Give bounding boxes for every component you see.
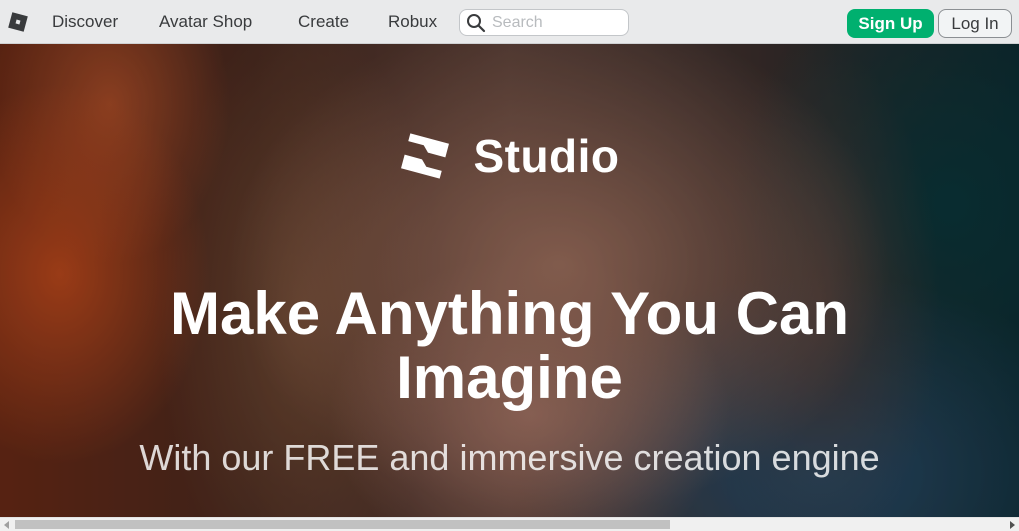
hero-headline: Make Anything You Can Imagine bbox=[170, 280, 849, 411]
roblox-logo-icon[interactable] bbox=[8, 12, 28, 32]
horizontal-scrollbar[interactable] bbox=[0, 517, 1019, 531]
scrollbar-thumb[interactable] bbox=[15, 520, 670, 529]
studio-brand: Studio bbox=[0, 126, 1019, 186]
studio-logo-icon bbox=[401, 133, 450, 179]
top-navigation-bar: Discover Avatar Shop Create Robux Sign U… bbox=[0, 0, 1019, 44]
hero-subheadline: With our FREE and immersive creation eng… bbox=[139, 437, 880, 478]
search-box[interactable] bbox=[459, 9, 629, 36]
scroll-left-icon[interactable] bbox=[0, 518, 14, 531]
hero-banner: Studio Make Anything You Can Imagine Wit… bbox=[0, 44, 1019, 517]
roblox-create-page: Discover Avatar Shop Create Robux Sign U… bbox=[0, 0, 1019, 531]
search-input[interactable] bbox=[492, 12, 622, 33]
search-icon[interactable] bbox=[466, 13, 486, 33]
nav-link-create[interactable]: Create bbox=[298, 0, 349, 44]
studio-label: Studio bbox=[473, 130, 620, 182]
nav-link-discover[interactable]: Discover bbox=[52, 0, 118, 44]
nav-link-avatar-shop[interactable]: Avatar Shop bbox=[159, 0, 252, 44]
nav-link-robux[interactable]: Robux bbox=[388, 0, 437, 44]
scroll-right-icon[interactable] bbox=[1005, 518, 1019, 531]
log-in-button[interactable]: Log In bbox=[938, 9, 1012, 38]
sign-up-button[interactable]: Sign Up bbox=[847, 9, 934, 38]
